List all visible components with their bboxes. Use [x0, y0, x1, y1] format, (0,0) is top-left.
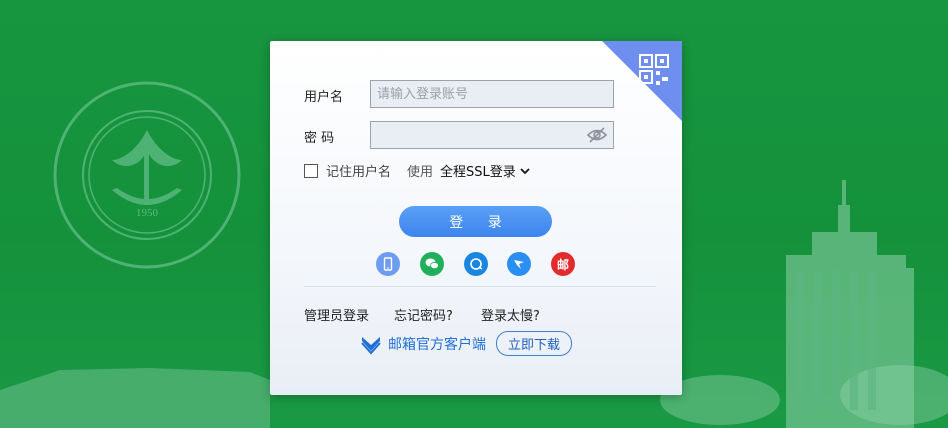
download-button[interactable]: 立即下载	[496, 331, 573, 356]
mobile-login-button[interactable]	[376, 252, 400, 276]
ssl-select[interactable]: 全程SSL登录	[440, 161, 530, 180]
qq-login-button[interactable]	[464, 252, 488, 276]
remember-row: 记住用户名 使用 全程SSL登录	[304, 161, 530, 180]
slow-login-link[interactable]: 登录太慢?	[481, 305, 540, 324]
login-button[interactable]: 登 录	[399, 206, 552, 237]
mobile-icon	[383, 257, 393, 271]
client-label: 邮箱官方客户端	[388, 336, 486, 353]
mail-login-button[interactable]: 邮	[551, 252, 575, 276]
remember-label[interactable]: 记住用户名	[326, 161, 391, 180]
remember-checkbox[interactable]	[304, 163, 318, 178]
client-download-row: 邮箱官方客户端 立即下载	[360, 331, 573, 356]
wechat-icon	[425, 258, 439, 270]
divider	[304, 286, 656, 287]
login-card: 用户名 密 码 记住用户名 使用 全程SSL登录 登 录 邮 管理员登录 忘记密…	[270, 41, 682, 395]
use-label: 使用	[407, 165, 434, 180]
password-label: 密 码	[304, 131, 335, 146]
forgot-password-link[interactable]: 忘记密码?	[394, 305, 453, 324]
username-label: 用户名	[304, 90, 344, 105]
seal-year: 1950	[136, 207, 159, 219]
dingtalk-login-button[interactable]	[507, 252, 531, 276]
dingtalk-icon	[514, 260, 524, 269]
mail-client-icon	[361, 336, 381, 354]
eye-slash-icon[interactable]	[586, 126, 608, 144]
college-seal-logo: 1950	[53, 81, 241, 269]
password-input[interactable]	[370, 121, 614, 149]
chevron-down-icon	[520, 167, 530, 174]
mail-icon: 邮	[556, 257, 569, 272]
wechat-login-button[interactable]	[420, 252, 444, 276]
username-input[interactable]	[370, 80, 614, 108]
admin-login-link[interactable]: 管理员登录	[304, 305, 369, 324]
qq-icon	[470, 258, 483, 270]
qr-login-corner[interactable]	[602, 41, 682, 121]
ssl-select-value: 全程SSL登录	[440, 165, 516, 180]
